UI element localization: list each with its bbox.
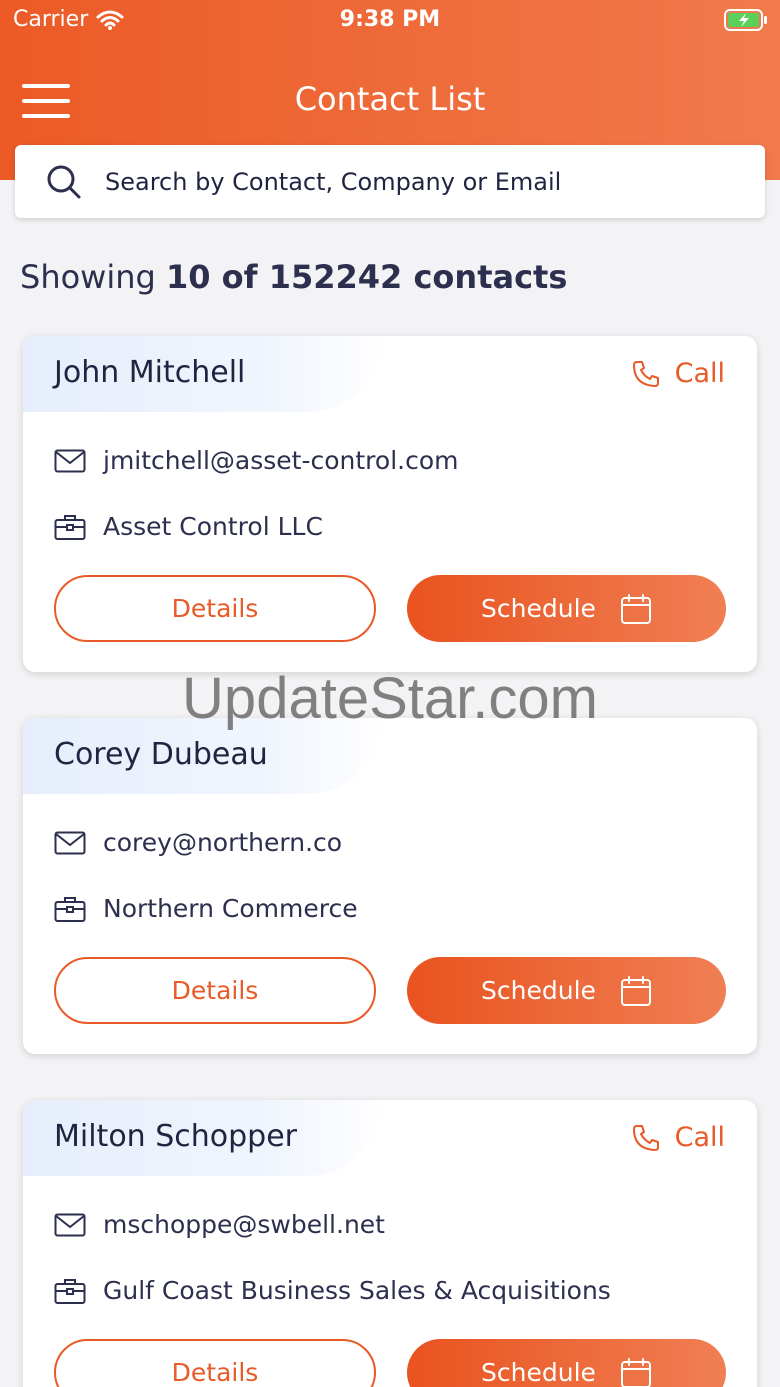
search-icon [47,165,81,199]
schedule-button[interactable]: Schedule [407,575,726,642]
schedule-label: Schedule [481,594,596,623]
contact-card: Corey Dubeau corey@northern.co Northern … [23,718,757,1054]
schedule-button[interactable]: Schedule [407,957,726,1024]
page-title: Contact List [294,80,486,118]
contact-email: mschoppe@swbell.net [103,1210,385,1239]
contact-company: Asset Control LLC [103,512,323,541]
status-bar: Carrier 9:38 PM [0,0,780,40]
contact-card: John Mitchell Call jmitchell@asset-contr… [23,336,757,672]
contact-company: Northern Commerce [103,894,358,923]
mail-icon [54,449,86,472]
contact-email: corey@northern.co [103,828,343,857]
calendar-icon [620,975,651,1006]
briefcase-icon [54,514,86,540]
call-button[interactable]: Call [631,358,725,389]
contact-email-row: mschoppe@swbell.net [54,1210,385,1239]
contact-company-row: Gulf Coast Business Sales & Acquisitions [54,1276,611,1305]
contact-card: Milton Schopper Call mschoppe@swbell.net… [23,1100,757,1387]
contact-email-row: jmitchell@asset-control.com [54,446,458,475]
contact-email-row: corey@northern.co [54,828,342,857]
search-input[interactable] [105,145,745,218]
details-button[interactable]: Details [54,575,376,642]
contact-name: Milton Schopper [54,1119,298,1154]
schedule-label: Schedule [481,1358,596,1387]
calendar-icon [620,1357,651,1387]
call-label: Call [674,1122,725,1153]
contact-name: Corey Dubeau [54,737,268,772]
results-count: 10 of 152242 contacts [166,258,568,296]
phone-icon [632,1124,659,1151]
contact-email: jmitchell@asset-control.com [103,446,459,475]
mail-icon [54,831,86,854]
battery-icon [724,9,767,31]
contact-name: John Mitchell [54,355,246,390]
mail-icon [54,1213,86,1236]
contact-company-row: Northern Commerce [54,894,358,923]
results-prefix: Showing [20,258,156,296]
briefcase-icon [54,896,86,922]
details-button[interactable]: Details [54,957,376,1024]
schedule-button[interactable]: Schedule [407,1339,726,1387]
phone-icon [632,360,659,387]
contact-company: Gulf Coast Business Sales & Acquisitions [103,1276,611,1305]
call-button[interactable]: Call [631,1122,725,1153]
briefcase-icon [54,1278,86,1304]
details-button[interactable]: Details [54,1339,376,1387]
schedule-label: Schedule [481,976,596,1005]
search-bar[interactable] [15,145,765,218]
call-label: Call [674,358,725,389]
calendar-icon [620,593,651,624]
results-summary: Showing 10 of 152242 contacts [20,258,567,296]
status-time: 9:38 PM [339,7,441,32]
contact-company-row: Asset Control LLC [54,512,323,541]
